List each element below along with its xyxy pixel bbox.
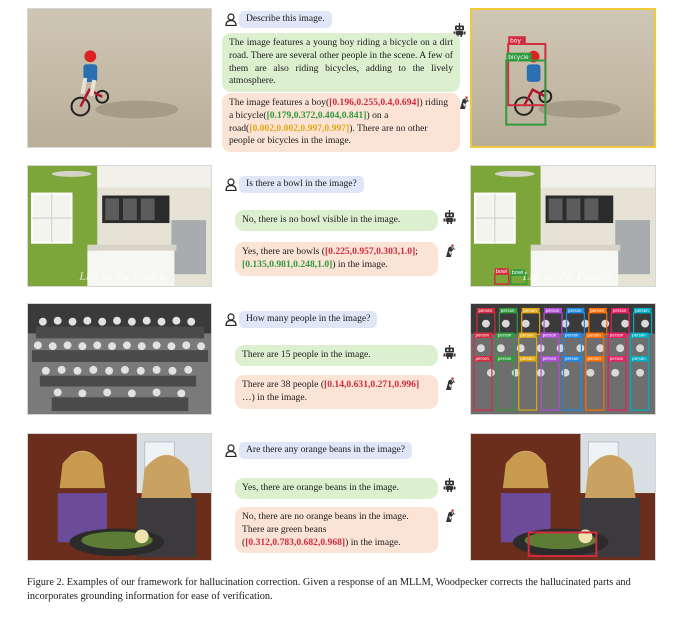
example-row-3: How many people in the image? There are …: [0, 303, 680, 418]
person-label: person: [587, 332, 601, 337]
input-image-1: [27, 8, 212, 148]
bbox-label-bowl: bowl: [496, 269, 508, 275]
person-label: person: [498, 356, 512, 361]
person-label: person: [543, 332, 557, 337]
person-label: person: [475, 356, 489, 361]
user-icon: [225, 13, 237, 26]
person-label: person: [565, 332, 579, 337]
person-label: person: [501, 308, 515, 313]
person-label: person: [632, 356, 646, 361]
person-label: person: [475, 332, 489, 337]
user-icon: [225, 178, 237, 191]
input-image-2: Life on the Prairie: [27, 165, 212, 287]
bbox-label-bowl: bowl: [512, 270, 524, 276]
woodpecker-icon: [443, 244, 456, 258]
grounded-image-4: [470, 433, 656, 561]
robot-icon: [443, 210, 456, 224]
user-icon: [225, 313, 237, 326]
model-answer-bubble: Yes, there are orange beans in the image…: [235, 478, 438, 499]
person-label: person: [613, 308, 627, 313]
question-bubble: Are there any orange beans in the image?: [239, 442, 413, 459]
person-label: person: [498, 332, 512, 337]
bbox-label-bicycle: bicycle: [508, 55, 529, 61]
corrected-answer-bubble: Yes, there are bowls ([0.225,0.957,0.303…: [235, 242, 438, 276]
input-image-3: [27, 303, 212, 415]
person-label: person: [568, 308, 582, 313]
question-bubble: Describe this image.: [239, 11, 332, 28]
figure-caption: Figure 2. Examples of our framework for …: [27, 577, 631, 603]
example-row-2: Life on the Prairie Is there a bowl in t…: [0, 165, 680, 290]
person-label: person: [543, 356, 557, 361]
person-label: person: [632, 332, 646, 337]
model-answer-bubble: No, there is no bowl visible in the imag…: [235, 210, 438, 231]
corrected-answer-bubble: There are 38 people ([0.14,0.631,0.271,0…: [235, 375, 438, 409]
user-icon: [225, 444, 237, 457]
watermark-text: Life on the Prairie: [78, 269, 167, 283]
example-row-4: Are there any orange beans in the image?…: [0, 433, 680, 563]
person-label: person: [565, 356, 579, 361]
corrected-answer-bubble: The image features a boy([0.196,0.255,0.…: [222, 93, 460, 152]
question-bubble: Is there a bowl in the image?: [239, 176, 364, 193]
input-image-4: [27, 433, 212, 561]
person-label: person: [520, 356, 534, 361]
robot-icon: [443, 345, 456, 359]
person-label: person: [635, 308, 649, 313]
person-label: person: [610, 332, 624, 337]
person-label: person: [610, 356, 624, 361]
example-row-1: Describe this image. The image features …: [0, 8, 680, 153]
grounded-image-2: Life on the Prairie bowl bowl: [470, 165, 656, 287]
model-answer-bubble: There are 15 people in the image.: [235, 345, 438, 366]
person-label: person: [587, 356, 601, 361]
person-label: person: [523, 308, 537, 313]
grounded-image-1: boy bicycle: [470, 8, 656, 148]
person-label: person: [520, 332, 534, 337]
person-label: person: [546, 308, 560, 313]
grounded-image-3: person person person person person person pers…: [470, 303, 656, 415]
person-label: person: [590, 308, 604, 313]
woodpecker-icon: [443, 377, 456, 391]
question-bubble: How many people in the image?: [239, 311, 378, 328]
watermark-text: Life on the Prairie: [522, 269, 611, 283]
person-label: person: [478, 308, 492, 313]
woodpecker-icon: [443, 509, 456, 523]
corrected-answer-bubble: No, there are no orange beans in the ima…: [235, 507, 438, 554]
robot-icon: [443, 478, 456, 492]
model-answer-bubble: The image features a young boy riding a …: [222, 33, 460, 92]
bbox-label-boy: boy: [510, 39, 521, 45]
